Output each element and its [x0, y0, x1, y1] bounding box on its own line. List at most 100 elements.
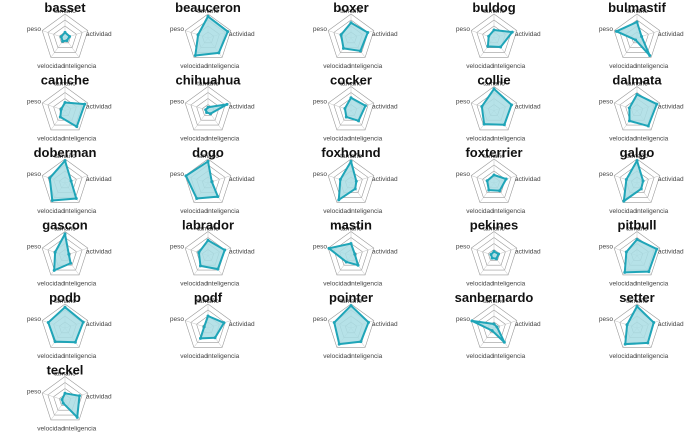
axis-label: inteligencia — [493, 353, 526, 360]
chart-title: bulmastif — [608, 0, 666, 15]
data-polygon — [486, 29, 514, 49]
axis-label: actividad — [515, 249, 541, 256]
axis-label: peso — [599, 99, 613, 106]
data-point — [486, 44, 490, 48]
data-point — [627, 106, 631, 110]
data-polygon — [53, 232, 72, 272]
axis-label: velocidad — [323, 208, 351, 215]
data-point — [196, 33, 200, 37]
axis-label: velocidad — [323, 353, 351, 360]
axis-label: peso — [313, 316, 327, 323]
axis-label: actividad — [658, 104, 684, 111]
data-point — [480, 105, 484, 109]
data-point — [489, 253, 493, 257]
axis-label: actividad — [658, 31, 684, 38]
data-point — [366, 31, 370, 35]
axis-label: inteligencia — [350, 281, 383, 288]
data-point — [490, 329, 494, 333]
axis-label: velocidad — [180, 281, 208, 288]
data-point — [206, 238, 210, 242]
data-point — [502, 123, 506, 127]
data-point — [208, 112, 212, 116]
radar-small-multiples: tamañoactividadinteligenciavelocidadpeso… — [27, 0, 684, 432]
axis-label: inteligencia — [636, 136, 669, 143]
axis-label: peso — [456, 99, 470, 106]
axis-label: velocidad — [37, 136, 65, 143]
data-point — [482, 122, 486, 126]
data-point — [69, 261, 73, 265]
data-point — [356, 263, 360, 267]
data-point — [487, 188, 491, 192]
data-point — [59, 107, 63, 111]
axis-label: actividad — [515, 31, 541, 38]
data-point — [332, 321, 336, 325]
data-point — [624, 178, 628, 182]
axis-label: peso — [170, 244, 184, 251]
axis-label: inteligencia — [64, 353, 97, 360]
radar-chart-beauceron: tamañoactividadinteligenciavelocidadpeso… — [170, 0, 255, 70]
axis-label: peso — [599, 316, 613, 323]
data-point — [52, 268, 56, 272]
axis-label: actividad — [658, 321, 684, 328]
data-point — [59, 35, 63, 39]
data-point — [327, 246, 331, 250]
chart-title: labrador — [182, 218, 234, 233]
chart-title: doberman — [34, 145, 97, 160]
data-point — [53, 250, 57, 254]
data-polygon — [194, 15, 229, 57]
radar-chart-boxer: tamañoactividadinteligenciavelocidadpeso… — [313, 0, 398, 70]
axis-label: peso — [170, 171, 184, 178]
data-point — [641, 179, 645, 183]
axis-label: velocidad — [37, 208, 65, 215]
axis-label: inteligencia — [636, 63, 669, 70]
axis-label: peso — [27, 316, 41, 323]
data-point — [635, 304, 639, 308]
chart-title: setter — [619, 290, 654, 305]
axis-label: velocidad — [37, 63, 65, 70]
data-point — [216, 195, 220, 199]
data-point — [73, 340, 77, 344]
data-point — [624, 250, 628, 254]
axis-label: actividad — [229, 176, 255, 183]
data-point — [363, 104, 367, 108]
data-point — [635, 20, 639, 24]
data-point — [65, 39, 69, 43]
data-point — [69, 179, 73, 183]
axis-label: actividad — [86, 321, 112, 328]
data-polygon — [628, 93, 658, 128]
data-point — [53, 340, 57, 344]
radar-chart-basset: tamañoactividadinteligenciavelocidadpeso… — [27, 0, 112, 70]
chart-title: pointer — [329, 290, 373, 305]
data-point — [63, 391, 67, 395]
data-point — [498, 189, 502, 193]
radar-chart-gascon: tamañoactividadinteligenciavelocidadpeso… — [27, 218, 112, 288]
data-point — [490, 256, 494, 260]
axis-label: velocidad — [180, 208, 208, 215]
data-point — [349, 242, 353, 245]
data-point — [622, 199, 626, 203]
radar-chart-pekines: tamañoactividadinteligenciavelocidadpeso… — [456, 218, 541, 288]
data-point — [341, 46, 345, 50]
axis-label: peso — [313, 99, 327, 106]
chart-title: teckel — [47, 363, 84, 378]
radar-chart-sanbernardo: tamañoactividadinteligenciavelocidadpeso… — [455, 290, 541, 360]
axis-label: velocidad — [323, 281, 351, 288]
data-point — [495, 325, 499, 329]
axis-label: actividad — [372, 176, 398, 183]
data-point — [204, 108, 208, 112]
axis-label: peso — [456, 171, 470, 178]
axis-label: peso — [599, 244, 613, 251]
data-point — [357, 119, 361, 123]
data-point — [344, 260, 348, 264]
radar-chart-mastin: tamañoactividadinteligenciavelocidadpeso… — [313, 218, 398, 288]
radar-chart-foxhound: tamañoactividadinteligenciavelocidadpeso… — [313, 145, 398, 215]
data-point — [344, 115, 348, 119]
radar-chart-galgo: tamañoactividadinteligenciavelocidadpeso… — [599, 145, 684, 215]
axis-label: velocidad — [180, 136, 208, 143]
axis-label: velocidad — [37, 426, 65, 432]
data-point — [353, 252, 357, 256]
axis-label: inteligencia — [350, 63, 383, 70]
data-point — [625, 323, 629, 327]
data-point — [640, 35, 644, 39]
data-point — [337, 198, 341, 202]
